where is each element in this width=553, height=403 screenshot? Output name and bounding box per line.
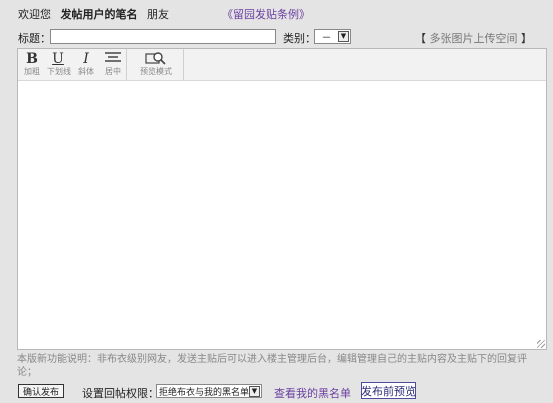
bold-button[interactable]: B 加粗 (21, 51, 43, 79)
italic-icon: I (83, 51, 89, 67)
category-value: － (321, 33, 332, 44)
upload-bracket-open: 【 (415, 32, 426, 45)
feature-notice: 本版新功能说明：非布衣级别网友，发送主贴后可以进入楼主管理后台，编辑管理自己的主… (17, 354, 527, 378)
italic-label: 斜体 (78, 67, 94, 76)
category-label: 类别： (283, 32, 316, 45)
underline-label: 下划线 (47, 67, 71, 76)
chevron-down-icon[interactable]: ▼ (338, 31, 349, 42)
reply-permission-value: 拒绝布衣与我的黑名单 (159, 387, 249, 398)
reply-permission-label: 设置回帖权限： (82, 387, 159, 400)
rich-text-editor: B 加粗 U 下划线 I 斜体 居中 预览模式 (17, 48, 547, 350)
magnifier-icon (139, 51, 173, 67)
preview-button-group: 预览模式 (127, 49, 184, 80)
preview-before-publish-button[interactable]: 发布前预览 (361, 382, 416, 399)
bold-icon: B (26, 51, 38, 67)
title-input[interactable] (50, 29, 276, 44)
friend-text: 朋友 (147, 8, 169, 21)
category-select[interactable]: － ▼ (314, 29, 351, 44)
header-bar: 欢迎您 发帖用户的笔名 朋友 《留园发贴条例》 (18, 6, 543, 22)
editor-toolbar: B 加粗 U 下划线 I 斜体 居中 预览模式 (18, 49, 546, 81)
underline-button[interactable]: U 下划线 (47, 51, 71, 79)
preview-mode-button[interactable]: 预览模式 (139, 51, 173, 79)
align-center-icon (102, 51, 124, 67)
editor-content-area[interactable] (18, 81, 546, 349)
upload-bracket-close: 】 (521, 32, 532, 45)
posting-rules-link[interactable]: 《留园发贴条例》 (222, 6, 310, 22)
confirm-publish-button[interactable]: 确认发布 (18, 384, 64, 398)
reply-permission-select[interactable]: 拒绝布衣与我的黑名单 ▼ (156, 384, 262, 398)
title-label: 标题： (18, 32, 51, 45)
welcome-text: 欢迎您 (18, 8, 51, 21)
preview-mode-label: 预览模式 (140, 67, 172, 76)
resize-grip-icon[interactable] (537, 340, 545, 348)
image-upload-link[interactable]: 【 多张图片上传空间 】 (415, 30, 532, 46)
underline-icon: U (52, 51, 64, 67)
center-align-button[interactable]: 居中 (102, 51, 124, 79)
view-blacklist-link[interactable]: 查看我的黑名单 (274, 385, 351, 401)
chevron-down-icon[interactable]: ▼ (249, 385, 260, 397)
italic-button[interactable]: I 斜体 (75, 51, 97, 79)
center-align-label: 居中 (105, 67, 121, 76)
format-button-group: B 加粗 U 下划线 I 斜体 居中 (18, 49, 127, 80)
upload-link-text: 多张图片上传空间 (429, 32, 518, 45)
bold-label: 加粗 (24, 67, 40, 76)
pen-name: 发帖用户的笔名 (60, 8, 138, 21)
